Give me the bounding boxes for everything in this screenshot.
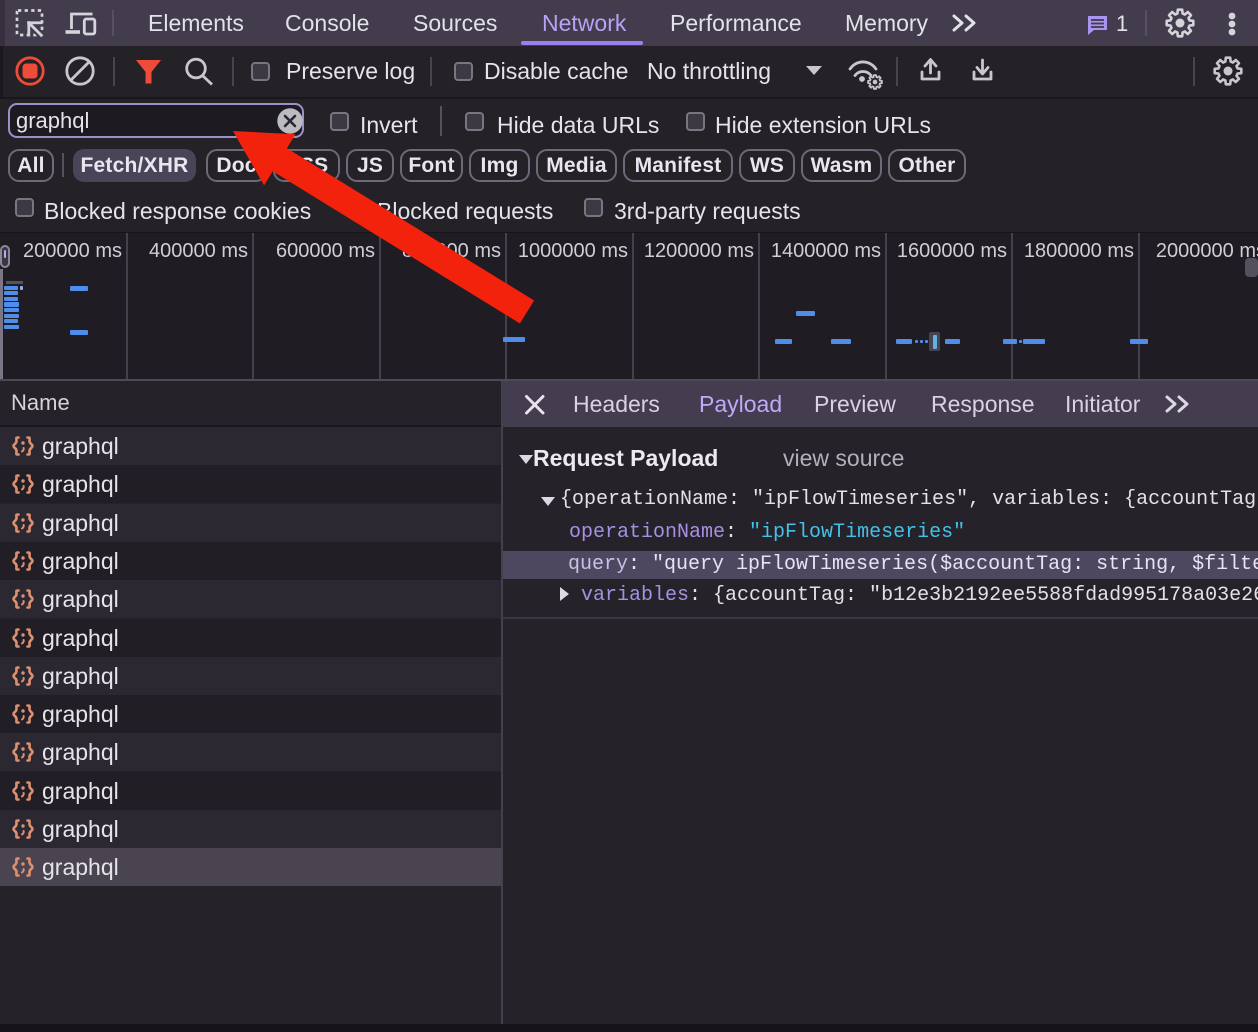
- svg-text:1: 1: [1116, 11, 1128, 36]
